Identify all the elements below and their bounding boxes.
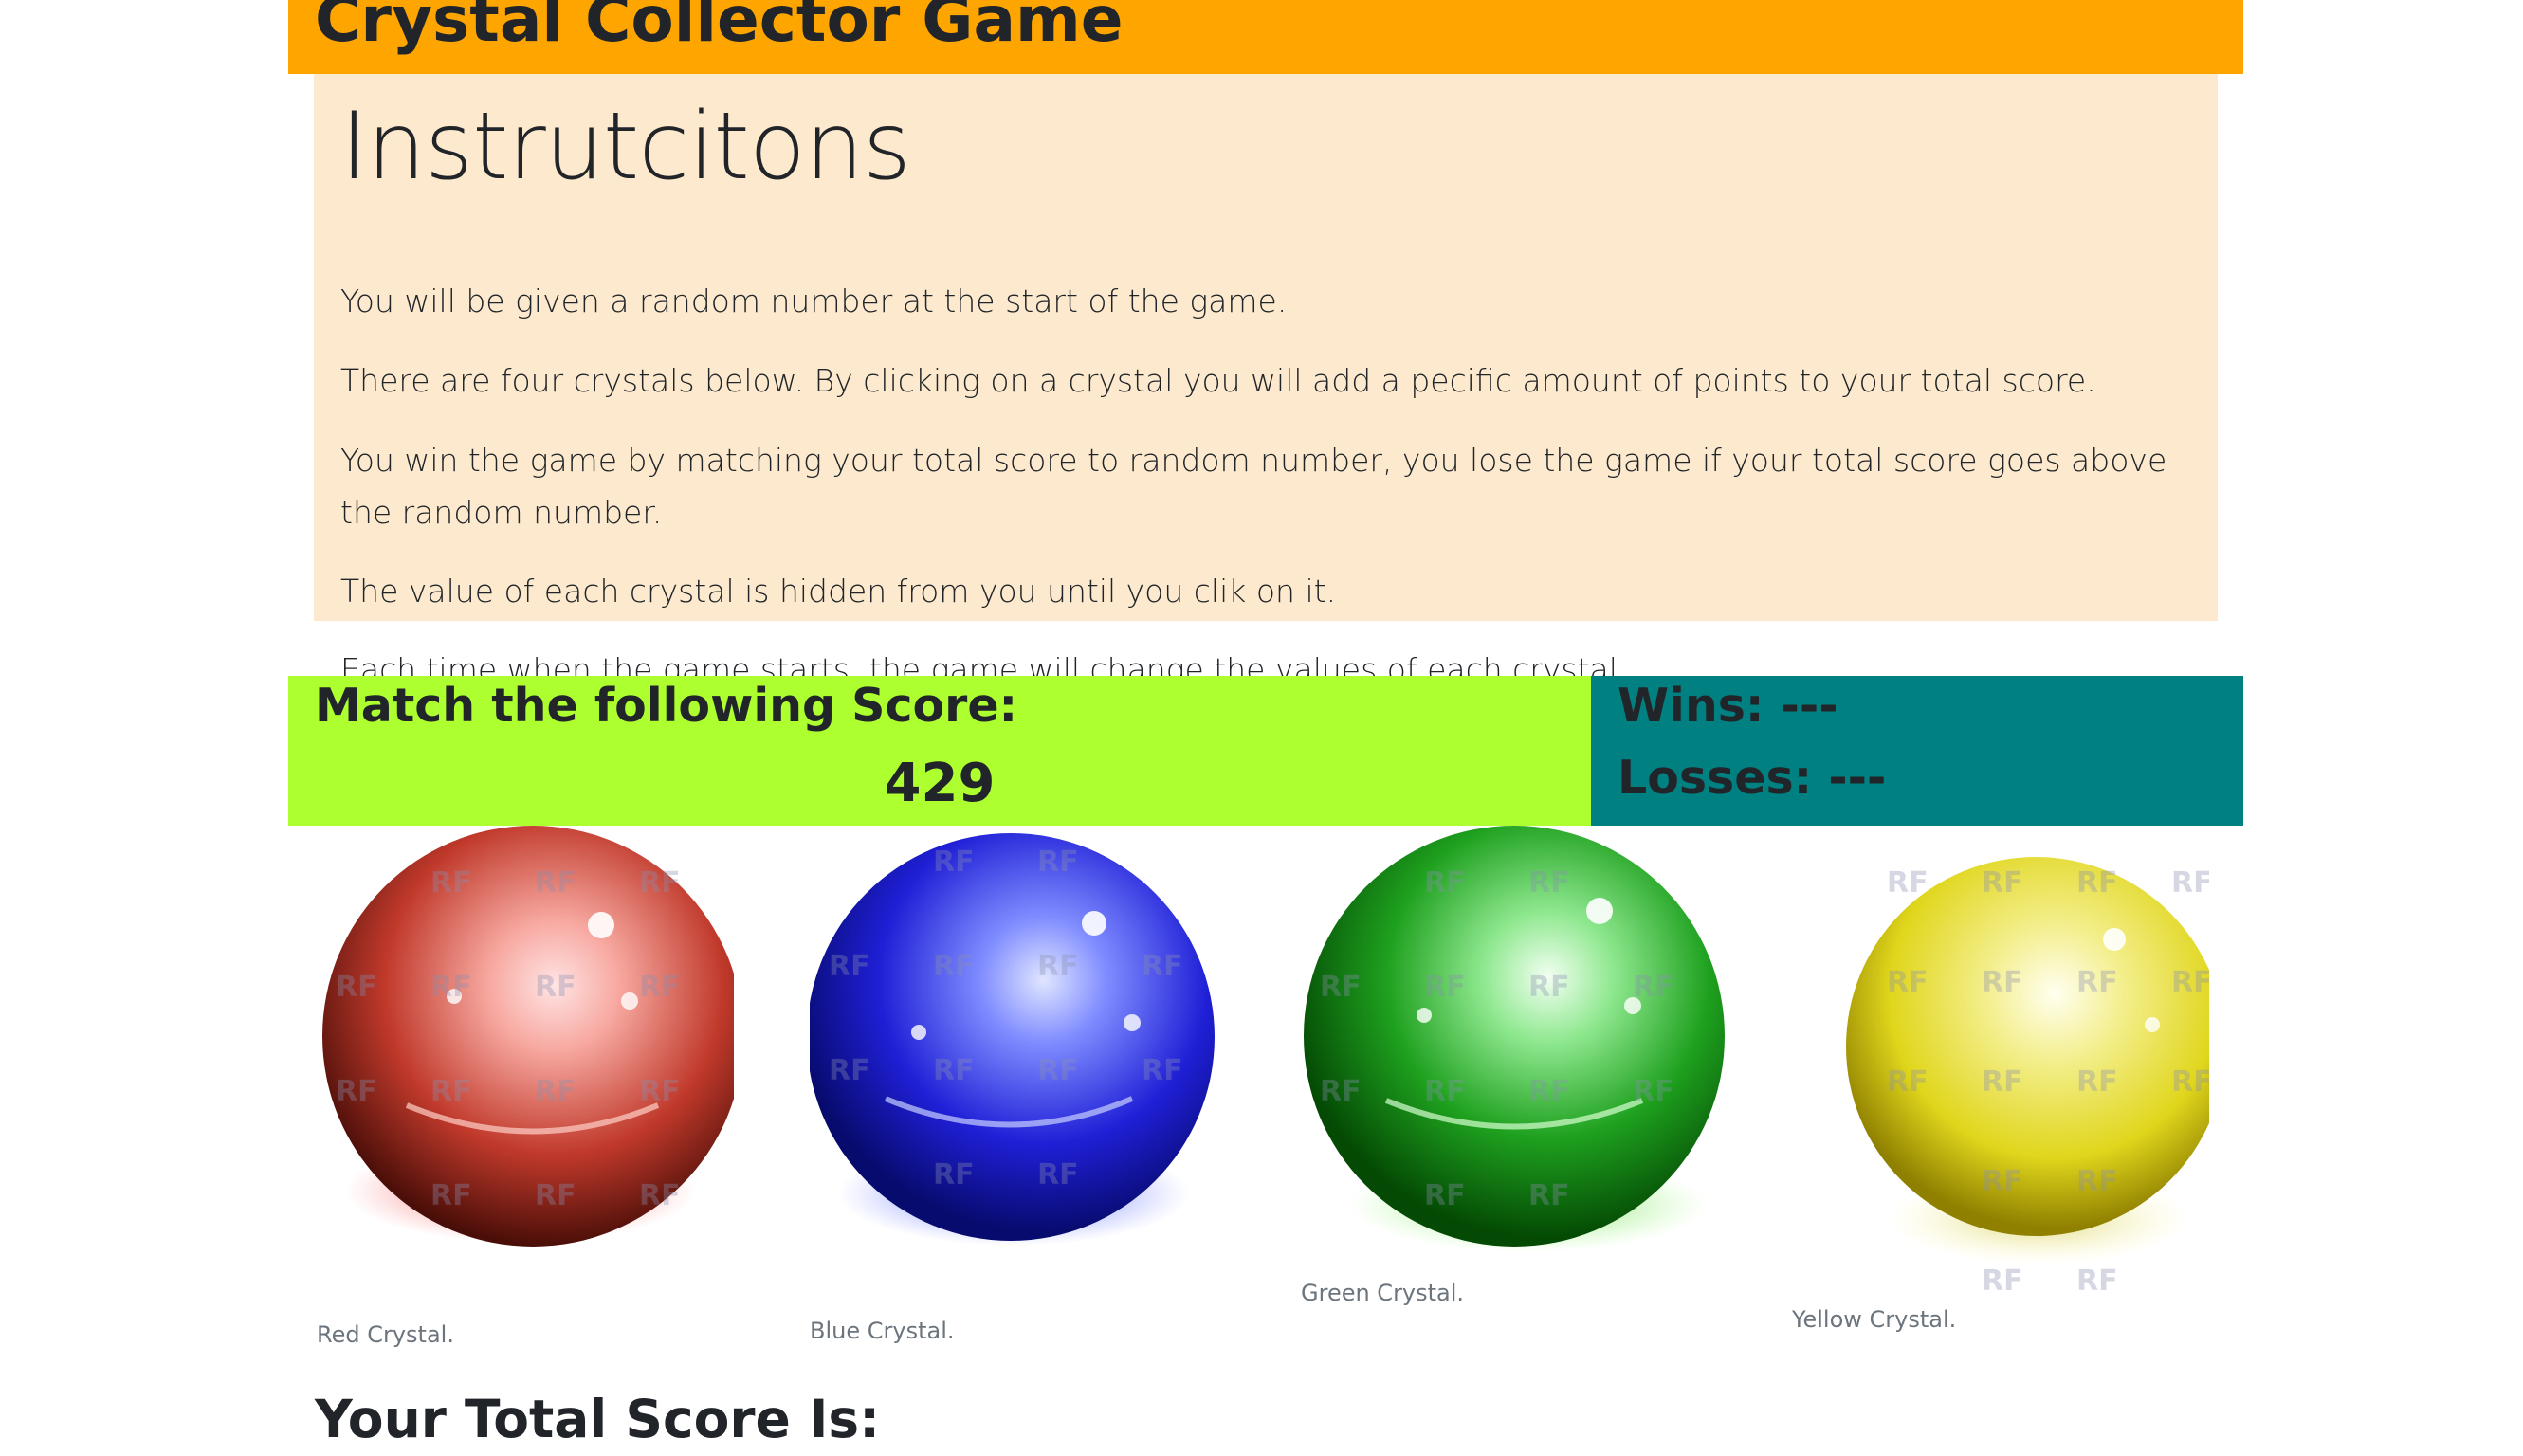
- blue-crystal-caption: Blue Crystal.: [810, 1318, 955, 1344]
- svg-text:RF: RF: [430, 866, 472, 900]
- svg-text:RF: RF: [1982, 1165, 2023, 1198]
- svg-text:RF: RF: [1887, 1065, 1929, 1099]
- instruction-paragraph: The value of each crystal is hidden from…: [340, 573, 1337, 610]
- svg-text:RF: RF: [1037, 1158, 1079, 1192]
- instruction-paragraph: You win the game by matching your total …: [340, 442, 2167, 531]
- target-score-number: 429: [884, 753, 996, 814]
- svg-text:RF: RF: [2171, 966, 2209, 999]
- svg-text:RF: RF: [2171, 1065, 2209, 1099]
- svg-text:RF: RF: [1142, 950, 1183, 983]
- svg-text:RF: RF: [2076, 1065, 2118, 1099]
- svg-text:RF: RF: [639, 1075, 681, 1108]
- svg-text:RF: RF: [1982, 866, 2023, 900]
- svg-text:RF: RF: [2076, 1165, 2118, 1198]
- crystals-row: RF RF RF RF RF RF RF RF RF RF RF RF RF RF Red Crys…: [288, 826, 2243, 1356]
- red-crystal-image[interactable]: RF RF RF RF RF RF RF RF RF RF RF RF RF RF: [317, 826, 734, 1319]
- svg-text:RF: RF: [1887, 966, 1929, 999]
- svg-text:RF: RF: [535, 1179, 576, 1212]
- svg-text:RF: RF: [1424, 971, 1466, 1004]
- svg-text:RF: RF: [1037, 846, 1079, 879]
- svg-text:RF: RF: [336, 971, 377, 1004]
- svg-text:RF: RF: [2076, 966, 2118, 999]
- svg-text:RF: RF: [535, 1075, 576, 1108]
- page-title: Crystal Collector Game: [315, 0, 1124, 56]
- yellow-crystal-button[interactable]: RF RF RF RF RF RF RF RF RF RF RF RF RF RF RF RF Yel…: [1792, 854, 2209, 1333]
- svg-text:RF: RF: [829, 950, 870, 983]
- svg-text:RF: RF: [933, 1158, 975, 1192]
- losses-counter: Losses: ---: [1618, 751, 1887, 805]
- svg-text:RF: RF: [535, 866, 576, 900]
- svg-text:RF: RF: [1142, 1054, 1183, 1087]
- svg-text:RF: RF: [430, 1075, 472, 1108]
- svg-text:RF: RF: [1633, 971, 1674, 1004]
- svg-text:RF: RF: [430, 1179, 472, 1212]
- svg-text:RF: RF: [1982, 966, 2023, 999]
- svg-text:RF: RF: [639, 1179, 681, 1212]
- blue-crystal-image[interactable]: RF RF RF RF RF RF RF RF RF RF RF RF: [810, 833, 1227, 1317]
- svg-text:RF: RF: [829, 1054, 870, 1087]
- svg-text:RF: RF: [1982, 1265, 2023, 1298]
- score-row: Match the following Score: 429 Wins: ---…: [288, 676, 2243, 826]
- target-score-label: Match the following Score:: [315, 679, 1018, 733]
- stats-panel: Wins: --- Losses: ---: [1591, 676, 2243, 826]
- instructions-panel: Instrutcitons You will be given a random…: [314, 74, 2218, 688]
- svg-text:RF: RF: [1887, 866, 1929, 900]
- svg-text:RF: RF: [639, 866, 681, 900]
- svg-text:RF: RF: [1528, 1179, 1570, 1212]
- svg-text:RF: RF: [1528, 866, 1570, 900]
- instruction-paragraph: You will be given a random number at the…: [340, 282, 1288, 319]
- svg-text:RF: RF: [933, 846, 975, 879]
- svg-text:RF: RF: [535, 971, 576, 1004]
- svg-text:RF: RF: [1633, 1075, 1674, 1108]
- svg-text:RF: RF: [1037, 950, 1079, 983]
- total-score-label: Your Total Score Is:: [315, 1389, 881, 1449]
- svg-text:RF: RF: [430, 971, 472, 1004]
- svg-text:RF: RF: [1528, 1075, 1570, 1108]
- svg-text:RF: RF: [1982, 1065, 2023, 1099]
- svg-text:RF: RF: [1528, 971, 1570, 1004]
- svg-text:RF: RF: [1320, 1075, 1362, 1108]
- svg-text:RF: RF: [1320, 971, 1362, 1004]
- yellow-crystal-image[interactable]: RF RF RF RF RF RF RF RF RF RF RF RF RF RF RF RF: [1792, 854, 2209, 1309]
- svg-text:RF: RF: [2076, 1265, 2118, 1298]
- svg-text:RF: RF: [1037, 1054, 1079, 1087]
- green-crystal-button[interactable]: RF RF RF RF RF RF RF RF RF RF RF RF Green Crysta…: [1301, 826, 1728, 1306]
- green-crystal-image[interactable]: RF RF RF RF RF RF RF RF RF RF RF RF: [1301, 826, 1728, 1281]
- red-crystal-caption: Red Crystal.: [317, 1321, 454, 1348]
- svg-text:RF: RF: [336, 1075, 377, 1108]
- red-crystal-button[interactable]: RF RF RF RF RF RF RF RF RF RF RF RF RF RF Red Crys…: [317, 826, 734, 1348]
- svg-text:RF: RF: [1424, 1075, 1466, 1108]
- svg-text:RF: RF: [933, 950, 975, 983]
- instruction-paragraph: There are four crystals below. By clicki…: [340, 362, 2096, 399]
- blue-crystal-button[interactable]: RF RF RF RF RF RF RF RF RF RF RF RF Blue Crystal…: [810, 833, 1227, 1344]
- header-bar: Crystal Collector Game: [288, 0, 2243, 74]
- green-crystal-caption: Green Crystal.: [1301, 1280, 1465, 1306]
- yellow-crystal-caption: Yellow Crystal.: [1792, 1306, 1957, 1333]
- svg-text:RF: RF: [2076, 866, 2118, 900]
- svg-text:RF: RF: [2171, 866, 2209, 900]
- svg-text:RF: RF: [1424, 866, 1466, 900]
- instructions-heading: Instrutcitons: [340, 93, 911, 201]
- page-container: Crystal Collector Game Instrutcitons You…: [288, 0, 2243, 688]
- target-score-panel: Match the following Score: 429: [288, 676, 1591, 826]
- svg-text:RF: RF: [933, 1054, 975, 1087]
- svg-text:RF: RF: [1424, 1179, 1466, 1212]
- wins-counter: Wins: ---: [1618, 679, 1838, 733]
- svg-text:RF: RF: [639, 971, 681, 1004]
